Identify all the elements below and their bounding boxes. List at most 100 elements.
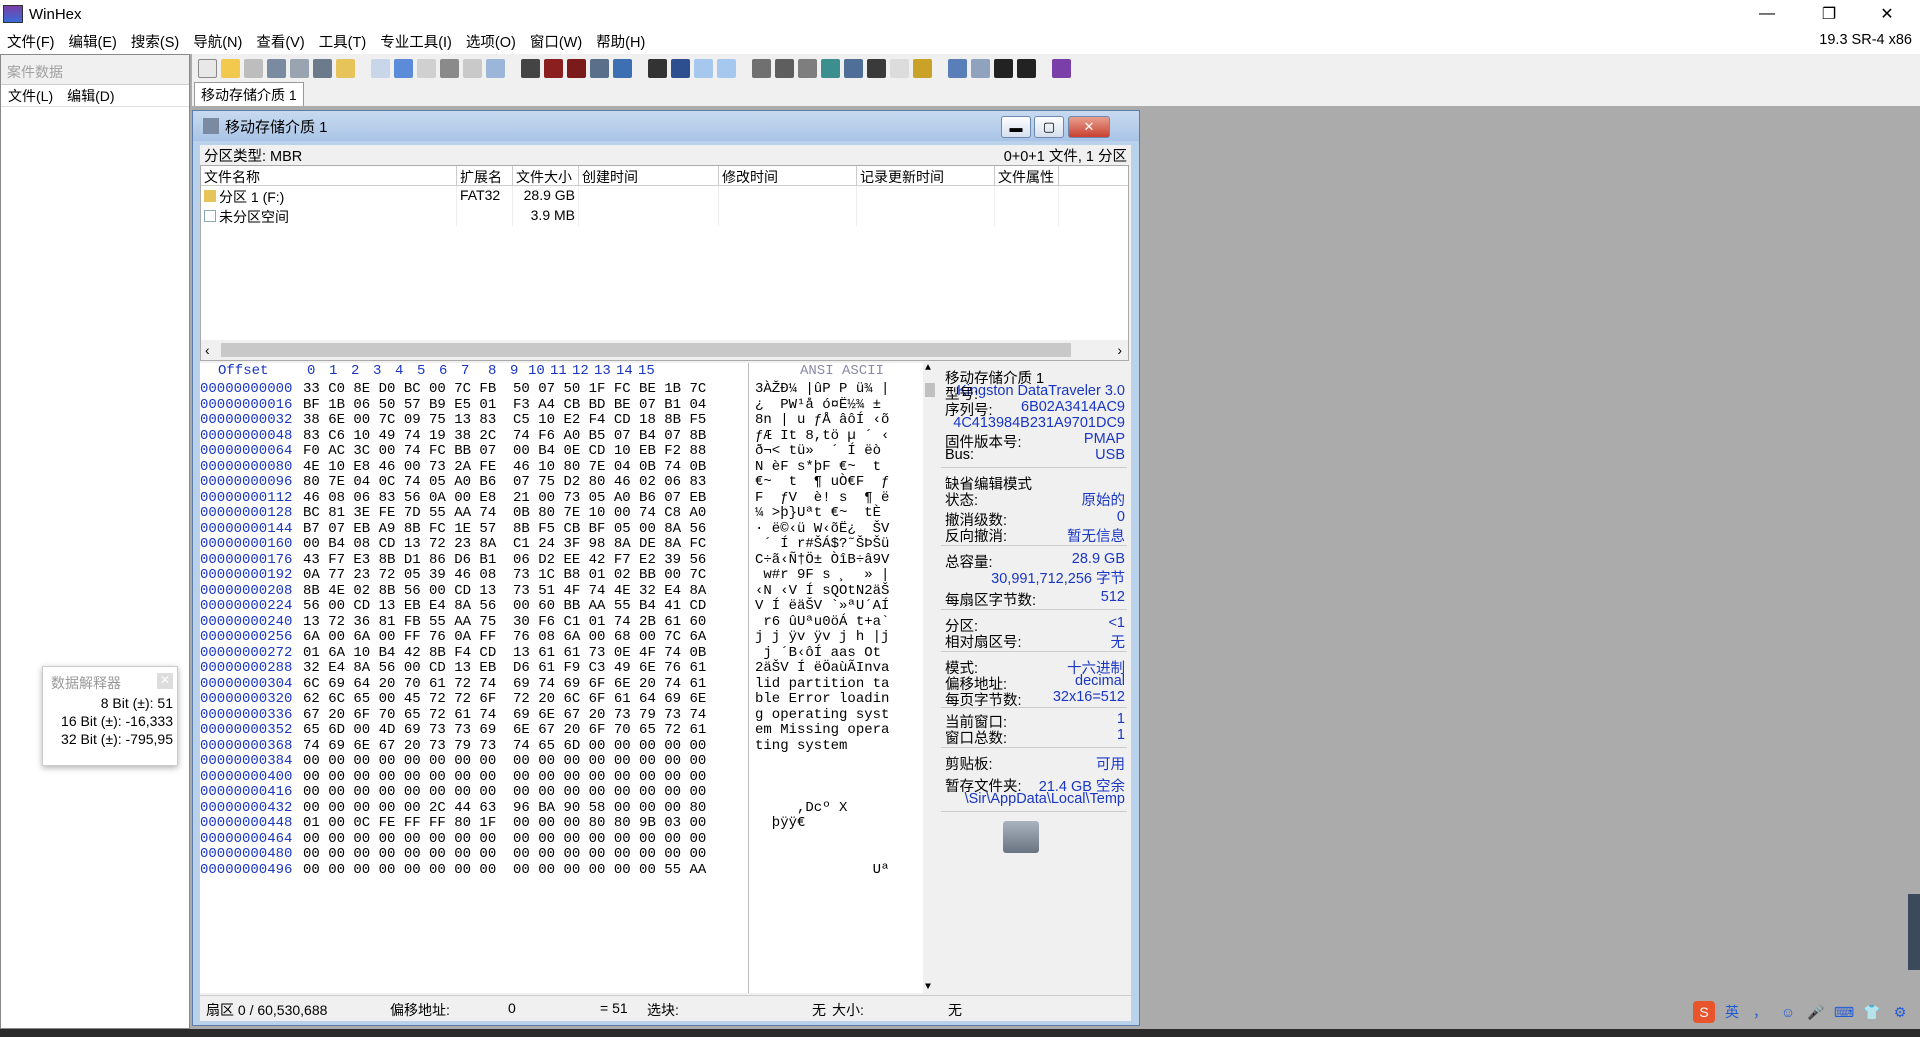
hex-row-ascii[interactable]: ,Dcº X — [755, 800, 873, 816]
replace-text-icon[interactable] — [567, 58, 586, 78]
ram-editor-icon[interactable] — [775, 58, 794, 78]
directory-horizontal-scrollbar[interactable]: ‹ › — [201, 340, 1128, 360]
hex-row-bytes[interactable]: 62 6C 65 00 45 72 72 6F 72 20 6C 6F 61 6… — [303, 691, 706, 707]
col-file-name[interactable]: 文件名称 — [201, 166, 457, 185]
microphone-icon[interactable]: 🎤 — [1805, 1001, 1827, 1023]
hex-row-ascii[interactable]: 8n | u ƒÅ âôÍ ‹õ — [755, 412, 889, 428]
case-menu-edit[interactable]: 编辑(D) — [60, 86, 121, 106]
hex-row-bytes[interactable]: BC 81 3E FE 7D 55 AA 74 0B 80 7E 10 00 7… — [303, 505, 706, 521]
save-icon[interactable] — [244, 58, 263, 78]
goto-sector-icon[interactable] — [671, 58, 690, 78]
next-sector-icon[interactable] — [1017, 58, 1036, 78]
forward-arrow-icon[interactable] — [717, 58, 736, 78]
close-icon[interactable]: ✕ — [157, 673, 173, 689]
hex-row-ascii[interactable]: j ´B‹ôÍ aas Ot — [755, 645, 889, 661]
zoom-icon[interactable] — [844, 58, 863, 78]
menu-specialist-tools[interactable]: 专业工具(I) — [373, 31, 459, 52]
hex-row-bytes[interactable]: 56 00 CD 13 EB E4 8A 56 00 60 BB AA 55 B… — [303, 598, 706, 614]
hex-row-ascii[interactable]: þÿÿ€ — [755, 815, 856, 831]
col-modified[interactable]: 修改时间 — [719, 166, 857, 185]
paste-special-icon[interactable] — [463, 58, 482, 78]
hex-row-ascii[interactable]: lid partition ta — [755, 676, 889, 692]
hex-row-bytes[interactable]: 74 69 6E 67 20 73 79 73 74 65 6D 00 00 0… — [303, 738, 706, 754]
hex-row-bytes[interactable]: 00 00 00 00 00 00 00 00 00 00 00 00 00 0… — [303, 846, 706, 862]
hex-row-bytes[interactable]: F0 AC 3C 00 74 FC BB 07 00 B4 0E CD 10 E… — [303, 443, 706, 459]
hex-row-ascii[interactable]: ð¬< tü» ´ Í ëò — [755, 443, 881, 459]
hex-row-ascii[interactable]: ‹N ‹V Í sQOtN2äŠ — [755, 583, 889, 599]
open-disk-icon[interactable] — [313, 58, 332, 78]
hex-row-ascii[interactable]: €~ t ¶ uÒ€F ƒ — [755, 474, 889, 490]
open-file-icon[interactable] — [221, 58, 240, 78]
hex-row-bytes[interactable]: 65 6D 00 4D 69 73 73 69 6E 67 20 6F 70 6… — [303, 722, 706, 738]
hex-row[interactable]: 00000000496 00 00 00 00 00 00 00 00 00 00… — [200, 862, 920, 881]
new-file-icon[interactable] — [198, 58, 217, 78]
skin-icon[interactable]: 👕 — [1861, 1001, 1883, 1023]
print-icon[interactable] — [267, 58, 286, 78]
menu-tools[interactable]: 工具(T) — [312, 31, 374, 52]
hex-row-bytes[interactable]: 00 00 00 00 00 00 00 00 00 00 00 00 00 0… — [303, 769, 706, 785]
hex-row-ascii[interactable]: Uª — [755, 862, 890, 878]
hex-row-bytes[interactable]: 43 F7 E3 8B D1 86 D6 B1 06 D2 EE 42 F7 E… — [303, 552, 706, 568]
hex-row-bytes[interactable]: 4E 10 E8 46 00 73 2A FE 46 10 80 7E 04 0… — [303, 459, 706, 475]
case-menu-file[interactable]: 文件(L) — [1, 86, 60, 106]
hex-row-bytes[interactable]: 80 7E 04 0C 74 05 A0 B6 07 75 D2 80 46 0… — [303, 474, 706, 490]
hex-editor[interactable]: Offset 0 1 2 3 4 5 6 7 8 9 10 11 12 13 14 15 ANSI ASCII 0… — [200, 363, 937, 993]
menu-help[interactable]: 帮助(H) — [589, 31, 652, 52]
hex-row-ascii[interactable]: F ƒV è! s ¶ ë — [755, 490, 889, 506]
menu-window[interactable]: 窗口(W) — [523, 31, 589, 52]
find-text-icon[interactable] — [521, 58, 540, 78]
hex-row-ascii[interactable]: ble Error loadin — [755, 691, 889, 707]
hex-row-bytes[interactable]: B7 07 EB A9 8B FC 1E 57 8B F5 CB BF 05 0… — [303, 521, 706, 537]
hex-row-bytes[interactable]: 00 00 00 00 00 00 00 00 00 00 00 00 00 0… — [303, 831, 706, 847]
emoji-icon[interactable]: ☺ — [1777, 1001, 1799, 1023]
hex-row-bytes[interactable]: 8B 4E 02 8B 56 00 CD 13 73 51 4F 74 4E 3… — [303, 583, 706, 599]
menu-search[interactable]: 搜索(S) — [124, 31, 186, 52]
bookmark-icon[interactable] — [890, 58, 909, 78]
hex-row-bytes[interactable]: 38 6E 00 7C 09 75 13 83 C5 10 E2 F4 CD 1… — [303, 412, 706, 428]
ime-logo-icon[interactable]: S — [1693, 1001, 1715, 1023]
keyboard-icon[interactable]: ⌨ — [1833, 1001, 1855, 1023]
write-icon[interactable] — [486, 58, 505, 78]
scrollbar-thumb[interactable] — [925, 383, 935, 397]
hex-row-bytes[interactable]: 67 20 6F 70 65 72 61 74 69 6E 67 20 73 7… — [303, 707, 706, 723]
menu-navigation[interactable]: 导航(N) — [186, 31, 249, 52]
find-hex-icon[interactable] — [544, 58, 563, 78]
col-record-changed[interactable]: 记录更新时间 — [857, 166, 995, 185]
hex-row-bytes[interactable]: 83 C6 10 49 74 19 38 2C 74 F6 A0 B5 07 B… — [303, 428, 706, 444]
menu-options[interactable]: 选项(O) — [459, 31, 523, 52]
directory-row[interactable]: 分区 1 (F:) FAT32 28.9 GB — [201, 186, 1128, 206]
doc-maximize-button[interactable]: ▢ — [1034, 116, 1064, 138]
hex-row-ascii[interactable]: ¼ >þ}Uªt €~ tÈ — [755, 505, 889, 521]
gallery-icon[interactable] — [971, 58, 990, 78]
comment-icon[interactable] — [867, 58, 886, 78]
goto-offset-icon[interactable] — [648, 58, 667, 78]
hex-row-bytes[interactable]: 00 00 00 00 00 00 00 00 00 00 00 00 00 0… — [303, 784, 706, 800]
disk-editor-icon[interactable] — [752, 58, 771, 78]
hex-row-ascii[interactable]: ¿ PW¹å ó¤Ë½¾ ± — [755, 397, 881, 413]
hex-row-ascii[interactable]: ƒÆ It 8,tö µ ´ ‹ — [755, 428, 889, 444]
scroll-up-icon[interactable]: ▲ — [925, 363, 931, 374]
hex-row-bytes[interactable]: 0A 77 23 72 05 39 46 08 73 1C B8 01 02 B… — [303, 567, 706, 583]
hex-row-bytes[interactable]: 00 00 00 00 00 00 00 00 00 00 00 00 00 0… — [303, 862, 706, 878]
menu-file[interactable]: 文件(F) — [0, 31, 62, 52]
find-again-icon[interactable] — [613, 58, 632, 78]
hex-row-ascii[interactable]: · ë©‹ü W‹õË¿ ŠV — [755, 521, 889, 537]
directory-row[interactable]: 未分区空间 3.9 MB — [201, 206, 1128, 226]
register-icon[interactable] — [1052, 58, 1071, 78]
back-arrow-icon[interactable] — [694, 58, 713, 78]
hex-row-ascii[interactable]: ´ Í r#ŠÁ$?˜ŠÞŠü — [755, 536, 889, 552]
data-interpreter[interactable]: 数据解释器 ✕ 8 Bit (±): 51 16 Bit (±): -16,33… — [42, 666, 178, 766]
scrollbar-thumb[interactable] — [221, 343, 1071, 357]
hex-row-ascii[interactable]: r6 ûUªu0öÁ t+a` — [755, 614, 889, 630]
col-created[interactable]: 创建时间 — [579, 166, 719, 185]
menu-view[interactable]: 查看(V) — [249, 31, 311, 52]
hex-row-bytes[interactable]: 01 6A 10 B4 42 8B F4 CD 13 61 61 73 0E 4… — [303, 645, 706, 661]
hex-row-bytes[interactable]: BF 1B 06 50 57 B9 E5 01 F3 A4 CB BD BE 0… — [303, 397, 706, 413]
hex-row-ascii[interactable]: g operating syst — [755, 707, 889, 723]
col-attributes[interactable]: 文件属性 — [995, 166, 1059, 185]
hex-row-ascii[interactable]: w#r 9F s ¸ » | — [755, 567, 889, 583]
tools-icon[interactable] — [913, 58, 932, 78]
menu-edit[interactable]: 编辑(E) — [62, 31, 124, 52]
hex-row-bytes[interactable]: 6C 69 64 20 70 61 72 74 69 74 69 6F 6E 2… — [303, 676, 706, 692]
undo-icon[interactable] — [371, 58, 390, 78]
